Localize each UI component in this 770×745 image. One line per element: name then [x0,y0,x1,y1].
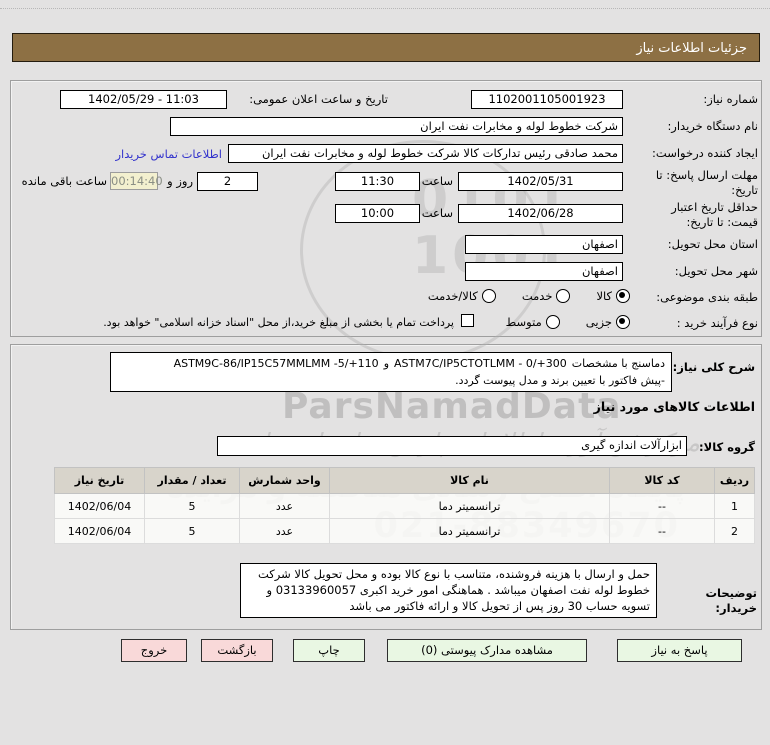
creator-field: محمد صادقی رئیس تدارکات کالا شرکت خطوط ل… [228,144,623,163]
top-divider [0,8,770,9]
view-attachments-button[interactable]: مشاهده مدارک پیوستی (0) [387,639,587,662]
table-row: 2 -- ترانسمیتر دما عدد 5 1402/06/04 [54,518,755,544]
buyer-org-label: نام دستگاه خریدار: [667,119,758,133]
cell-qty: 5 [144,518,240,544]
description-line1: دماسنج با مشخصات ASTM7C/IP5CTOTLMM - 0/+… [117,355,665,372]
creator-label: ایجاد کننده درخواست: [652,146,758,160]
cell-date: 1402/06/04 [54,493,145,519]
goods-table: ردیف کد کالا نام کالا واحد شمارش تعداد /… [54,467,755,544]
cell-date: 1402/06/04 [54,518,145,544]
process-option-medium: متوسط [506,315,560,329]
print-button[interactable]: چاپ [293,639,365,662]
col-name: نام کالا [329,467,610,494]
announce-datetime-label: تاریخ و ساعت اعلان عمومی: [249,92,388,106]
radio-medium-icon[interactable] [545,315,560,329]
process-type-label: نوع فرآیند خرید : [676,316,758,330]
radio-goods-service-icon[interactable] [481,289,496,303]
buyer-org-field: شرکت خطوط لوله و مخابرات نفت ایران [170,117,623,136]
col-row: ردیف [714,467,755,494]
classification-option-service: خدمت [522,289,571,303]
radio-goods-icon[interactable] [616,289,630,303]
goods-group-field: ابزارآلات اندازه گیری [217,436,687,456]
radio-service-label: خدمت [521,289,553,303]
province-label: استان محل تحویل: [667,237,758,251]
description-label: شرح کلی نیاز: [672,360,755,374]
days-and-label: روز و [167,174,193,188]
cell-code: -- [609,518,715,544]
radio-partial-icon[interactable] [616,315,630,329]
classification-label: طبقه بندی موضوعی: [656,290,758,304]
days-remaining-field: 2 [197,172,258,191]
buyer-notes-label: توضیحات خریدار: [705,586,758,615]
col-code: کد کالا [609,467,715,494]
radio-service-icon[interactable] [556,289,571,303]
exit-button[interactable]: خروج [121,639,187,662]
description-intro: دماسنج با مشخصات [571,357,665,370]
col-date: تاریخ نیاز [54,467,145,494]
process-option-partial: جزیی [586,315,630,329]
cell-code: -- [609,493,715,519]
buyer-contact-link[interactable]: اطلاعات تماس خریدار [115,147,222,161]
validity-hour-label: ساعت [421,206,453,220]
need-number-field: 1102001105001923 [471,90,623,109]
radio-goods-service-label: کالا/خدمت [427,289,478,303]
city-field: اصفهان [465,262,623,281]
treasury-checkbox[interactable] [461,314,474,327]
reply-deadline-time-field: 11:30 [335,172,420,191]
hours-remaining-label: ساعت باقی مانده [21,174,107,188]
city-label: شهر محل تحویل: [674,264,758,278]
table-row: 1 -- ترانسمیتر دما عدد 5 1402/06/04 [54,493,755,519]
description-conjunction: و [383,357,389,370]
description-box: دماسنج با مشخصات ASTM7C/IP5CTOTLMM - 0/+… [110,352,672,392]
classification-options: کالا خدمت کالا/خدمت [428,288,630,304]
radio-partial-label: جزیی [585,315,612,329]
cell-row: 2 [714,518,755,544]
col-unit: واحد شمارش [239,467,330,494]
cell-qty: 5 [144,493,240,519]
description-spec1: ASTM7C/IP5CTOTLMM - 0/+300 [394,357,567,370]
cell-name: ترانسمیتر دما [329,518,610,544]
cell-unit: عدد [239,518,330,544]
classification-option-goods-service: کالا/خدمت [428,289,496,303]
goods-section-title: اطلاعات کالاهای مورد نیاز [593,399,755,414]
cell-row: 1 [714,493,755,519]
price-validity-date-field: 1402/06/28 [458,204,623,223]
need-number-label: شماره نیاز: [703,92,758,106]
description-line2: -پیش فاکتور با تعیین برند و مدل پیوست گر… [455,374,665,387]
radio-goods-label: کالا [596,289,612,303]
description-spec2: ASTM9C-86/IP15C57MMLMM -5/+110 [173,357,379,370]
cell-unit: عدد [239,493,330,519]
countdown-timer: 00:14:40 [110,172,163,190]
goods-table-header-row: ردیف کد کالا نام کالا واحد شمارش تعداد /… [54,467,755,494]
price-validity-label: حداقل تاریخ اعتبار قیمت: تا تاریخ: [671,200,758,229]
price-validity-time-field: 10:00 [335,204,420,223]
cell-name: ترانسمیتر دما [329,493,610,519]
province-field: اصفهان [465,235,623,254]
radio-medium-label: متوسط [505,315,542,329]
treasury-note: پرداخت تمام یا بخشی از مبلغ خرید،از محل … [103,316,454,329]
reply-deadline-date-field: 1402/05/31 [458,172,623,191]
classification-option-goods: کالا [596,289,630,303]
col-qty: تعداد / مقدار [144,467,240,494]
reply-deadline-label: مهلت ارسال پاسخ: تا تاریخ: [655,168,758,197]
announce-datetime-field: 1402/05/29 - 11:03 [60,90,227,109]
buyer-notes-box: حمل و ارسال با هزینه فروشنده، متناسب با … [240,563,657,618]
page-title: جزئیات اطلاعات نیاز [12,33,760,62]
reply-to-need-button[interactable]: پاسخ به نیاز [617,639,742,662]
deadline-hour-label: ساعت [421,174,453,188]
action-buttons: پاسخ به نیاز مشاهده مدارک پیوستی (0) چاپ… [121,639,742,662]
process-type-options: جزیی متوسط [506,314,630,330]
goods-group-label: گروه کالا: [699,440,755,454]
back-button[interactable]: بازگشت [201,639,273,662]
